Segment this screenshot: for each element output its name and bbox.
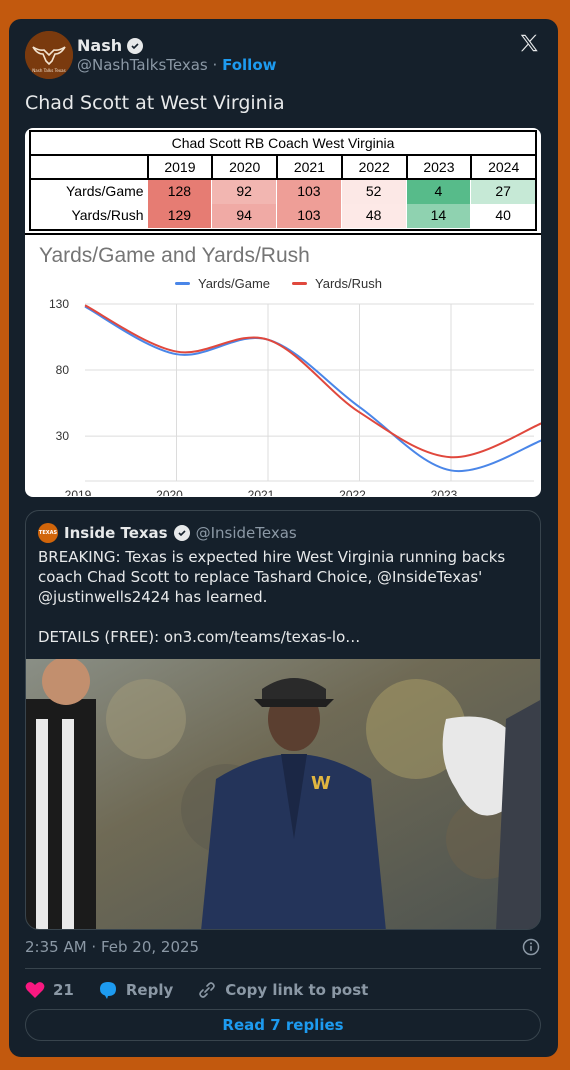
author-name[interactable]: Nash <box>77 36 122 55</box>
table-cell: 52 <box>340 180 406 204</box>
legend-swatch <box>292 282 308 285</box>
y-tick-label: 130 <box>49 297 69 311</box>
table-cell: 129 <box>146 204 212 228</box>
legend-swatch <box>175 282 190 285</box>
table-cell: 103 <box>276 180 341 204</box>
tweet-text: Chad Scott at West Virginia <box>25 92 285 114</box>
chart-title: Yards/Game and Yards/Rush <box>39 244 310 267</box>
x-tick-label: 2021 <box>248 488 275 496</box>
legend-label: Yards/Rush <box>315 276 382 291</box>
quote-header: TEXAS Inside Texas @InsideTexas <box>38 523 297 543</box>
author-handle[interactable]: @NashTalksTexas <box>77 56 208 74</box>
table-year-header: 2020 <box>211 156 276 178</box>
table-year-header: 2023 <box>405 156 471 178</box>
table-cell: 4 <box>405 180 471 204</box>
table-cell: 94 <box>211 204 277 228</box>
quoted-tweet[interactable]: TEXAS Inside Texas @InsideTexas BREAKING… <box>25 510 541 930</box>
table-cell: 128 <box>146 180 212 204</box>
divider <box>25 968 541 969</box>
row-label: Yards/Rush <box>71 207 144 223</box>
y-tick-label: 80 <box>56 363 70 377</box>
table-year-header: 2021 <box>276 156 341 178</box>
x-logo-icon[interactable] <box>518 32 540 54</box>
copy-link-label: Copy link to post <box>225 981 369 999</box>
x-tick-label: 2023 <box>431 488 458 496</box>
separator-dot: · <box>212 56 218 74</box>
quote-author-handle[interactable]: @InsideTexas <box>196 524 297 542</box>
table-cell: 14 <box>405 204 471 228</box>
author-handle-line: @NashTalksTexas · Follow <box>77 56 276 74</box>
table-year-header: 2019 <box>146 156 212 178</box>
tweet-timestamp[interactable]: 2:35 AM · Feb 20, 2025 <box>25 938 199 956</box>
y-tick-label: 30 <box>56 429 70 443</box>
table-corner <box>31 156 147 178</box>
chart-legend: Yards/Game Yards/Rush <box>175 276 382 291</box>
line-chart: 130 80 30 2019 2020 2021 2022 2023 <box>49 297 541 496</box>
reply-label: Reply <box>125 981 174 999</box>
series-line-0 <box>84 305 541 473</box>
verified-badge-icon <box>127 37 144 54</box>
copy-link-button[interactable]: Copy link to post <box>197 980 368 1000</box>
legend-item: Yards/Game <box>175 276 270 291</box>
x-tick-label: 2020 <box>156 488 183 496</box>
reply-button[interactable]: Reply <box>98 980 173 1000</box>
quote-photo[interactable]: W <box>26 659 540 929</box>
read-replies-button[interactable]: Read 7 replies <box>25 1009 541 1041</box>
table-cell: 40 <box>470 204 536 228</box>
stats-table: Chad Scott RB Coach West Virginia 2019 2… <box>29 130 537 231</box>
table-header-row: 2019 2020 2021 2022 2023 2024 <box>31 156 535 180</box>
table-cell: 27 <box>470 180 536 204</box>
reply-bubble-icon <box>99 982 116 999</box>
row-label: Yards/Game <box>66 183 144 199</box>
follow-button[interactable]: Follow <box>222 56 276 74</box>
like-count: 21 <box>53 981 74 999</box>
like-button[interactable]: 21 <box>25 981 74 999</box>
table-title: Chad Scott RB Coach West Virginia <box>31 132 535 156</box>
table-row: Yards/Game 128 92 103 52 4 27 <box>31 180 536 204</box>
tweet-card: Nash Talks Texas Nash @NashTalksTexas · … <box>9 19 558 1057</box>
action-bar: 21 Reply Copy link to post <box>25 979 392 1001</box>
svg-text:W: W <box>311 773 331 794</box>
series-line-1 <box>84 304 541 459</box>
table-cell: 92 <box>211 180 277 204</box>
x-tick-label: 2022 <box>339 488 366 496</box>
author-name-row[interactable]: Nash <box>77 36 144 55</box>
table-chart-divider <box>25 233 541 235</box>
avatar-logo-text: Nash Talks Texas <box>32 68 65 73</box>
table-year-header: 2022 <box>340 156 406 178</box>
legend-label: Yards/Game <box>198 276 271 291</box>
x-tick-label: 2019 <box>65 488 92 496</box>
link-icon <box>199 982 216 998</box>
table-cell: 48 <box>340 204 406 228</box>
table-year-header: 2024 <box>470 156 535 178</box>
info-icon[interactable] <box>522 938 540 956</box>
verified-badge-icon <box>173 525 190 541</box>
quote-text: BREAKING: Texas is expected hire West Vi… <box>38 548 506 646</box>
legend-item: Yards/Rush <box>292 276 382 291</box>
table-cell: 103 <box>276 204 341 228</box>
heart-icon <box>25 982 45 998</box>
quote-author-name[interactable]: Inside Texas <box>64 524 168 542</box>
quote-avatar[interactable]: TEXAS <box>38 523 58 543</box>
author-avatar[interactable]: Nash Talks Texas <box>25 31 73 79</box>
chart-image[interactable]: Chad Scott RB Coach West Virginia 2019 2… <box>25 128 541 497</box>
table-row: Yards/Rush 129 94 103 48 14 40 <box>31 204 536 228</box>
